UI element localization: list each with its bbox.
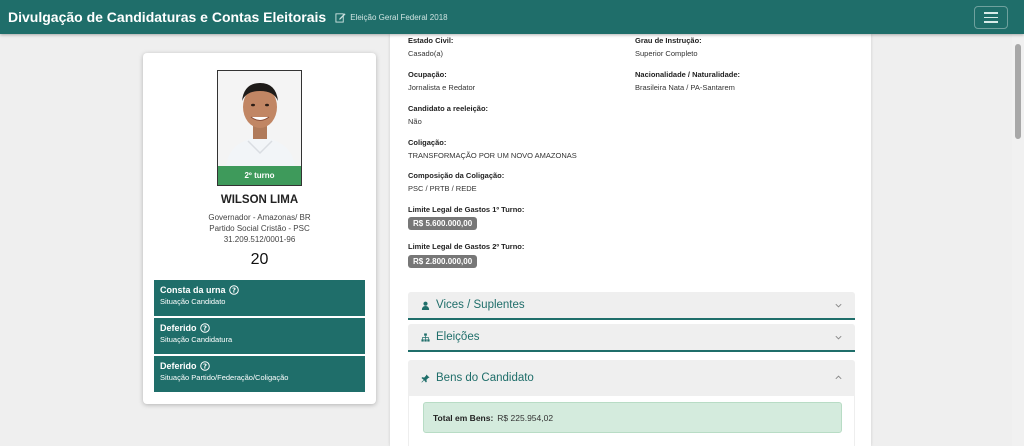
app-title[interactable]: Divulgação de Candidaturas e Contas Elei… (8, 9, 326, 25)
candidate-cnpj: 31.209.512/0001-96 (223, 235, 296, 244)
accordion-bens-candidato[interactable]: Bens do Candidato (408, 360, 855, 396)
candidate-details-panel: Estado Civil: Casado(a) Grau de Instruçã… (390, 34, 871, 446)
candidate-photo: 2º turno (217, 70, 302, 186)
user-icon (421, 301, 430, 310)
pin-icon (421, 373, 430, 383)
status-subtitle: Situação Candidato (160, 297, 226, 306)
candidate-number: 20 (250, 251, 269, 268)
svg-text:?: ? (231, 287, 235, 295)
turno-badge: 2º turno (218, 166, 301, 185)
svg-text:?: ? (202, 325, 206, 333)
ocupacao-value: Jornalista e Redator (408, 83, 476, 92)
status-title: Deferido (160, 361, 197, 371)
total-bens-value: R$ 225.954,02 (497, 412, 554, 423)
coligacao-label: Coligação: (408, 138, 447, 147)
help-icon[interactable]: ? (228, 285, 239, 295)
status-subtitle: Situação Partido/Federação/Coligação (160, 373, 289, 382)
sitemap-icon (421, 332, 430, 342)
chevron-up-icon (835, 375, 842, 380)
limite-2-turno-label: Limite Legal de Gastos 2º Turno: (408, 242, 525, 251)
estado-civil-label: Estado Civil: (408, 36, 454, 45)
top-navbar: Divulgação de Candidaturas e Contas Elei… (0, 0, 1024, 34)
status-box-candidate: Consta da urna ? Situação Candidato (154, 280, 365, 316)
bens-accordion-body: Total em Bens: R$ 225.954,02 (408, 396, 855, 446)
accordion-vices-suplentes[interactable]: Vices / Suplentes (408, 292, 855, 320)
status-title: Consta da urna (160, 285, 226, 295)
status-box-partido: Deferido ? Situação Partido/Federação/Co… (154, 356, 365, 392)
hamburger-menu-icon (984, 12, 998, 14)
candidate-office: Governador - Amazonas/ BR (208, 213, 311, 222)
status-title: Deferido (160, 323, 197, 333)
limite-2-turno-badge: R$ 2.800.000,00 (408, 255, 478, 268)
nacionalidade-label: Nacionalidade / Naturalidade: (635, 70, 741, 79)
coligacao-value: TRANSFORMAÇÃO POR UM NOVO AMAZONAS (408, 151, 577, 160)
accordion-title: Bens do Candidato (436, 372, 534, 384)
help-icon[interactable]: ? (199, 361, 210, 371)
election-selector[interactable]: Eleição Geral Federal 2018 (335, 12, 448, 23)
election-name: Eleição Geral Federal 2018 (350, 12, 448, 22)
total-bens-label: Total em Bens: (433, 412, 494, 423)
chevron-down-icon (835, 335, 842, 340)
nacionalidade-value: Brasileira Nata / PA-Santarem (635, 83, 735, 92)
candidate-party: Partido Social Cristão - PSC (209, 224, 310, 233)
hamburger-menu-button[interactable] (974, 6, 1008, 29)
limite-1-turno-label: Limite Legal de Gastos 1º Turno: (408, 205, 525, 214)
accordion-title: Vices / Suplentes (436, 299, 525, 311)
edit-icon (335, 12, 346, 23)
limite-1-turno-badge: R$ 5.600.000,00 (408, 217, 478, 230)
candidate-profile-card: 2º turno WILSON LIMA Governador - Amazon… (143, 53, 376, 404)
composicao-label: Composição da Coligação: (408, 171, 505, 180)
composicao-value: PSC / PRTB / REDE (408, 184, 477, 193)
svg-text:?: ? (202, 363, 206, 371)
status-box-candidatura: Deferido ? Situação Candidatura (154, 318, 365, 354)
estado-civil-value: Casado(a) (408, 49, 444, 58)
accordion-title: Eleições (436, 331, 480, 343)
total-bens-box: Total em Bens: R$ 225.954,02 (423, 402, 842, 433)
chevron-down-icon (835, 303, 842, 308)
grau-instrucao-value: Superior Completo (635, 49, 698, 58)
page-scrollbar[interactable] (1012, 34, 1024, 446)
status-subtitle: Situação Candidatura (160, 335, 233, 344)
accordion-eleicoes[interactable]: Eleições (408, 324, 855, 352)
grau-instrucao-label: Grau de Instrução: (635, 36, 702, 45)
reeleicao-value: Não (408, 117, 422, 126)
help-icon[interactable]: ? (199, 323, 210, 333)
scrollbar-thumb[interactable] (1015, 44, 1021, 139)
candidate-name: WILSON LIMA (220, 194, 299, 206)
candidate-portrait-image (218, 71, 301, 168)
ocupacao-label: Ocupação: (408, 70, 447, 79)
reeleicao-label: Candidato a reeleição: (408, 104, 489, 113)
